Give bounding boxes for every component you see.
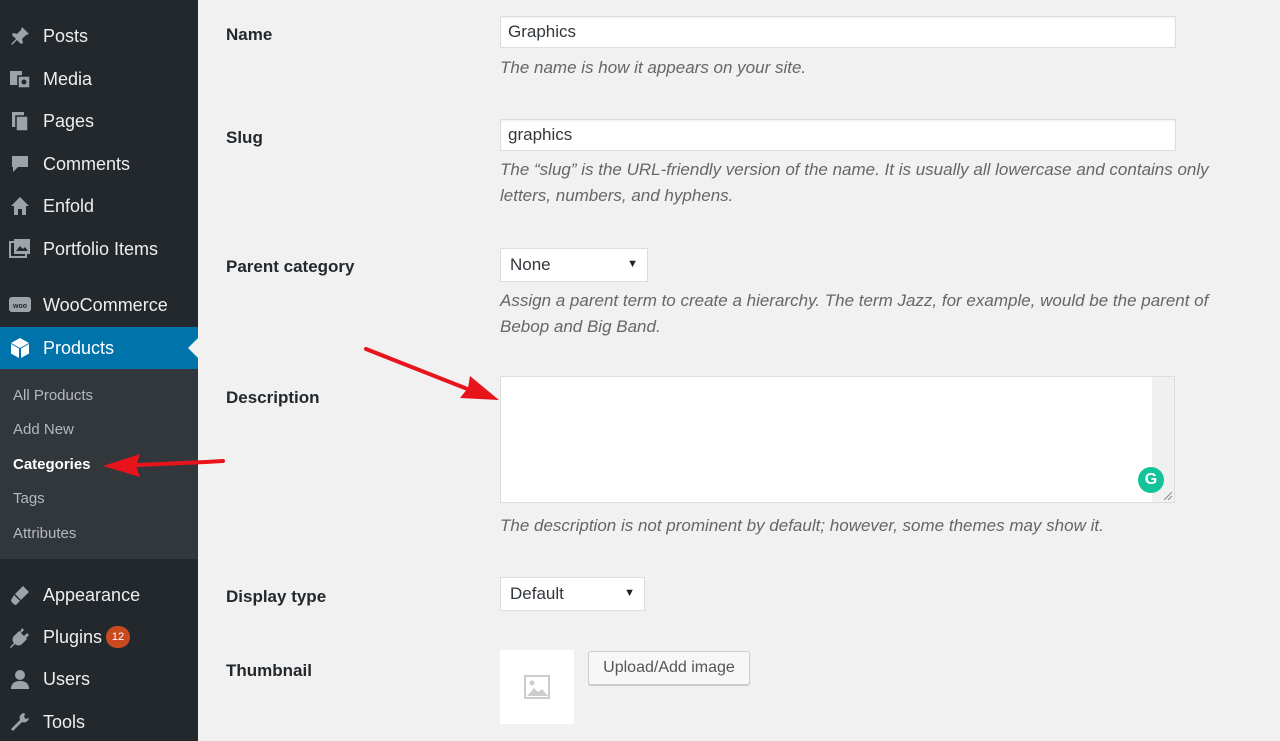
display-type-selected: Default [510, 584, 564, 603]
users-icon [8, 667, 32, 691]
grammarly-icon[interactable]: G [1138, 467, 1164, 493]
menu-label: Tools [43, 711, 86, 732]
menu-item-enfold[interactable]: Enfold [0, 187, 198, 225]
display-type-label: Display type [226, 587, 327, 606]
parent-category-selected: None [510, 255, 551, 274]
description-label: Description [226, 388, 320, 407]
name-label: Name [226, 25, 273, 44]
menu-label: WooCommerce [43, 294, 168, 315]
woocommerce-icon: woo [8, 293, 32, 317]
menu-label: Comments [43, 153, 131, 174]
parent-category-select[interactable]: None ▼ [500, 248, 648, 282]
comment-icon [8, 152, 32, 176]
appearance-icon [8, 583, 32, 607]
menu-item-posts[interactable]: Posts [0, 17, 198, 55]
thumbnail-preview [500, 650, 574, 724]
plugins-icon [8, 625, 32, 649]
submenu-all-products[interactable]: All Products [13, 387, 93, 404]
update-count-badge: 12 [106, 626, 130, 648]
menu-item-comments[interactable]: Comments [0, 145, 198, 183]
tools-icon [8, 710, 32, 734]
menu-label: Portfolio Items [43, 238, 159, 259]
products-icon [8, 336, 32, 360]
media-icon [8, 67, 32, 91]
menu-item-appearance[interactable]: Appearance [0, 576, 198, 614]
image-placeholder-icon [524, 675, 550, 699]
slug-label: Slug [226, 128, 263, 147]
dropdown-arrow-icon: ▼ [624, 587, 635, 599]
menu-label: Enfold [43, 195, 95, 216]
menu-label: Appearance [43, 584, 141, 605]
description-textarea[interactable]: G [500, 376, 1175, 503]
menu-label: Posts [43, 25, 89, 46]
pin-icon [8, 24, 32, 48]
menu-item-pages[interactable]: Pages [0, 102, 198, 140]
menu-item-woocommerce[interactable]: woo WooCommerce [0, 286, 198, 324]
menu-label: Products [43, 337, 115, 358]
parent-category-hint: Assign a parent term to create a hierarc… [500, 291, 1209, 336]
description-hint: The description is not prominent by defa… [500, 516, 1104, 535]
thumbnail-label: Thumbnail [226, 661, 312, 680]
submenu-tags[interactable]: Tags [13, 490, 45, 507]
name-input[interactable] [500, 16, 1176, 48]
menu-item-tools[interactable]: Tools [0, 703, 198, 741]
annotation-arrow-description [364, 347, 499, 400]
resize-handle-icon[interactable] [1164, 492, 1172, 500]
name-hint: The name is how it appears on your site. [500, 58, 807, 77]
submenu-attributes[interactable]: Attributes [13, 525, 76, 542]
slug-hint: The “slug” is the URL-friendly version o… [500, 160, 1209, 205]
menu-item-products[interactable]: Products [0, 327, 198, 369]
svg-text:woo: woo [12, 303, 27, 310]
menu-label: Pages [43, 110, 95, 131]
current-indicator [188, 338, 198, 358]
dropdown-arrow-icon: ▼ [627, 258, 638, 270]
submenu-categories[interactable]: Categories [13, 456, 91, 473]
parent-category-label: Parent category [226, 257, 355, 276]
menu-item-portfolio-items[interactable]: Portfolio Items [0, 230, 198, 268]
menu-label: Plugins [43, 626, 103, 647]
menu-item-plugins[interactable]: Plugins 12 [0, 618, 198, 656]
admin-sidebar: Posts Media Pages Comments Enfold Portfo… [0, 0, 198, 741]
products-submenu: All Products Add New Categories Tags Att… [0, 369, 198, 559]
display-type-select[interactable]: Default ▼ [500, 577, 645, 611]
menu-item-users[interactable]: Users [0, 660, 198, 698]
menu-item-media[interactable]: Media [0, 60, 198, 98]
upload-add-image-button[interactable]: Upload/Add image [588, 651, 750, 685]
pages-icon [8, 109, 32, 133]
menu-label: Users [43, 668, 91, 689]
submenu-add-new[interactable]: Add New [13, 421, 74, 438]
menu-label: Media [43, 68, 93, 89]
portfolio-icon [8, 237, 32, 261]
slug-input[interactable] [500, 119, 1176, 151]
home-icon [8, 194, 32, 218]
